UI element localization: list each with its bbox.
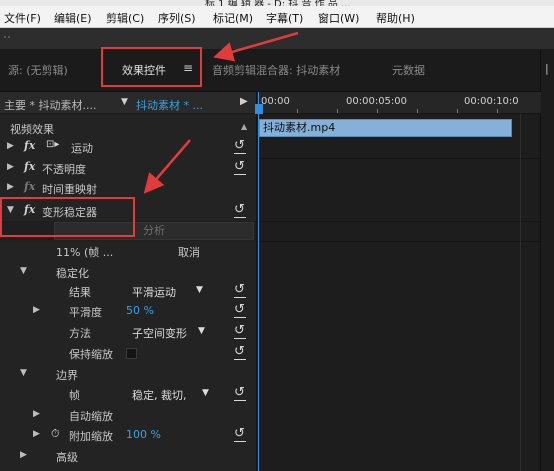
annotation-arrows [143, 31, 299, 194]
arrow-to-warp-stabilizer [143, 139, 191, 194]
arrow-to-effect-controls-tab [213, 31, 299, 62]
